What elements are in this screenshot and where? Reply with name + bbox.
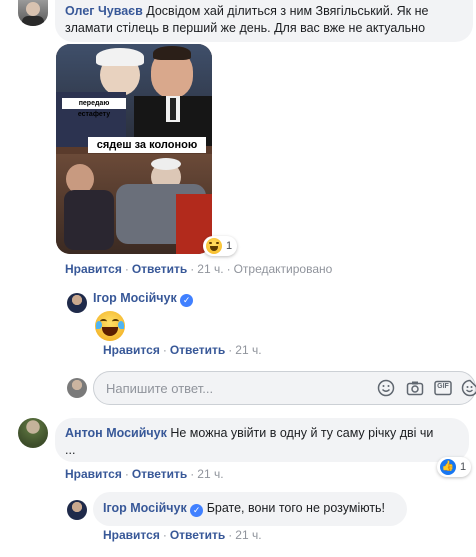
comment-text-line2: зламати стілець в перший же день. Для ва… xyxy=(65,21,426,35)
reply-author-igor[interactable]: Ігор Мосійчук xyxy=(103,501,187,515)
comment-time[interactable]: 21 ч. xyxy=(235,343,261,357)
avatar-oleg[interactable] xyxy=(18,0,48,26)
emoji-icon[interactable] xyxy=(377,379,395,397)
like-link[interactable]: Нравится xyxy=(103,343,160,357)
reply-text: Брате, вони того не розуміють! xyxy=(206,501,386,515)
laughing-emoji-icon xyxy=(95,311,125,341)
verified-badge-icon: ✓ xyxy=(190,504,204,517)
avatar-igor[interactable] xyxy=(67,293,87,313)
reply-text-igor: Ігор Мосійчук ✓ Брате, вони того не розу… xyxy=(103,501,385,517)
reply1-actions: Нравится · Ответить · 21 ч. xyxy=(103,343,262,357)
comment-text-line1: Не можна увійти в одну й ту саму річку д… xyxy=(170,426,434,440)
meme-bottom-panel xyxy=(56,154,212,254)
comment-author-anton[interactable]: Антон Мосийчук xyxy=(65,426,167,440)
meme-image[interactable]: передаю естафету сядеш за колоною xyxy=(56,44,212,254)
comment2-reaction-count: 1 xyxy=(460,461,467,473)
comment-bubble-oleg: Олег Чуваєв Досвідом хай ділиться з ним … xyxy=(55,0,473,42)
reply-link[interactable]: Ответить xyxy=(132,467,187,481)
gif-icon-label: GIF xyxy=(437,383,449,390)
meme-top-panel xyxy=(56,44,212,147)
meme-caption-top: передаю естафету xyxy=(62,98,126,118)
gif-icon[interactable]: GIF xyxy=(434,379,452,397)
comment-text-line1: Досвідом хай ділиться з ним Звягільський… xyxy=(146,4,429,18)
avatar-current-user xyxy=(67,378,87,398)
sticker-icon[interactable] xyxy=(461,379,476,397)
comment-time[interactable]: 21 ч. xyxy=(197,262,223,276)
comment-text-anton: Антон Мосийчук Не можна увійти в одну й … xyxy=(65,425,465,459)
comment-time[interactable]: 21 ч. xyxy=(235,528,261,542)
edited-label[interactable]: Отредактировано xyxy=(234,262,333,276)
reply2-actions: Нравится · Ответить · 21 ч. xyxy=(103,528,262,542)
avatar-anton[interactable] xyxy=(18,418,48,448)
reply-input-placeholder: Напишите ответ... xyxy=(106,381,214,396)
reply-input[interactable]: Напишите ответ... GIF xyxy=(93,371,476,405)
haha-reaction-icon xyxy=(206,238,222,254)
comment-text-line2[interactable]: ... xyxy=(65,443,75,457)
comment-bubble-anton: Антон Мосийчук Не можна увійти в одну й … xyxy=(55,418,469,462)
reply1-author-line: Ігор Мосійчук ✓ xyxy=(93,291,194,307)
meme-caption-bottom: сядеш за колоною xyxy=(88,137,206,153)
comment1-actions: Нравится · Ответить · 21 ч. · Отредактировано xyxy=(65,262,333,276)
like-reaction-icon: 👍 xyxy=(440,459,456,475)
reply-author-igor[interactable]: Ігор Мосійчук xyxy=(93,291,177,305)
avatar-igor-2[interactable] xyxy=(67,500,87,520)
like-link[interactable]: Нравится xyxy=(65,467,122,481)
meme-reaction-pill[interactable]: 1 xyxy=(203,236,238,256)
verified-badge-icon: ✓ xyxy=(180,294,194,307)
reply-bubble-igor: Ігор Мосійчук ✓ Брате, вони того не розу… xyxy=(93,492,407,526)
like-link[interactable]: Нравится xyxy=(65,262,122,276)
comment-time[interactable]: 21 ч. xyxy=(197,467,223,481)
reply-link[interactable]: Ответить xyxy=(170,343,225,357)
comment2-reaction-pill[interactable]: 👍 1 xyxy=(437,457,472,477)
reply-link[interactable]: Ответить xyxy=(170,528,225,542)
like-link[interactable]: Нравится xyxy=(103,528,160,542)
comment-author-oleg[interactable]: Олег Чуваєв xyxy=(65,4,143,18)
reply-link[interactable]: Ответить xyxy=(132,262,187,276)
meme-reaction-count: 1 xyxy=(226,240,233,252)
comment2-actions: Нравится · Ответить · 21 ч. xyxy=(65,467,224,481)
comment-text-oleg: Олег Чуваєв Досвідом хай ділиться з ним … xyxy=(65,3,470,37)
camera-icon[interactable] xyxy=(406,379,424,397)
